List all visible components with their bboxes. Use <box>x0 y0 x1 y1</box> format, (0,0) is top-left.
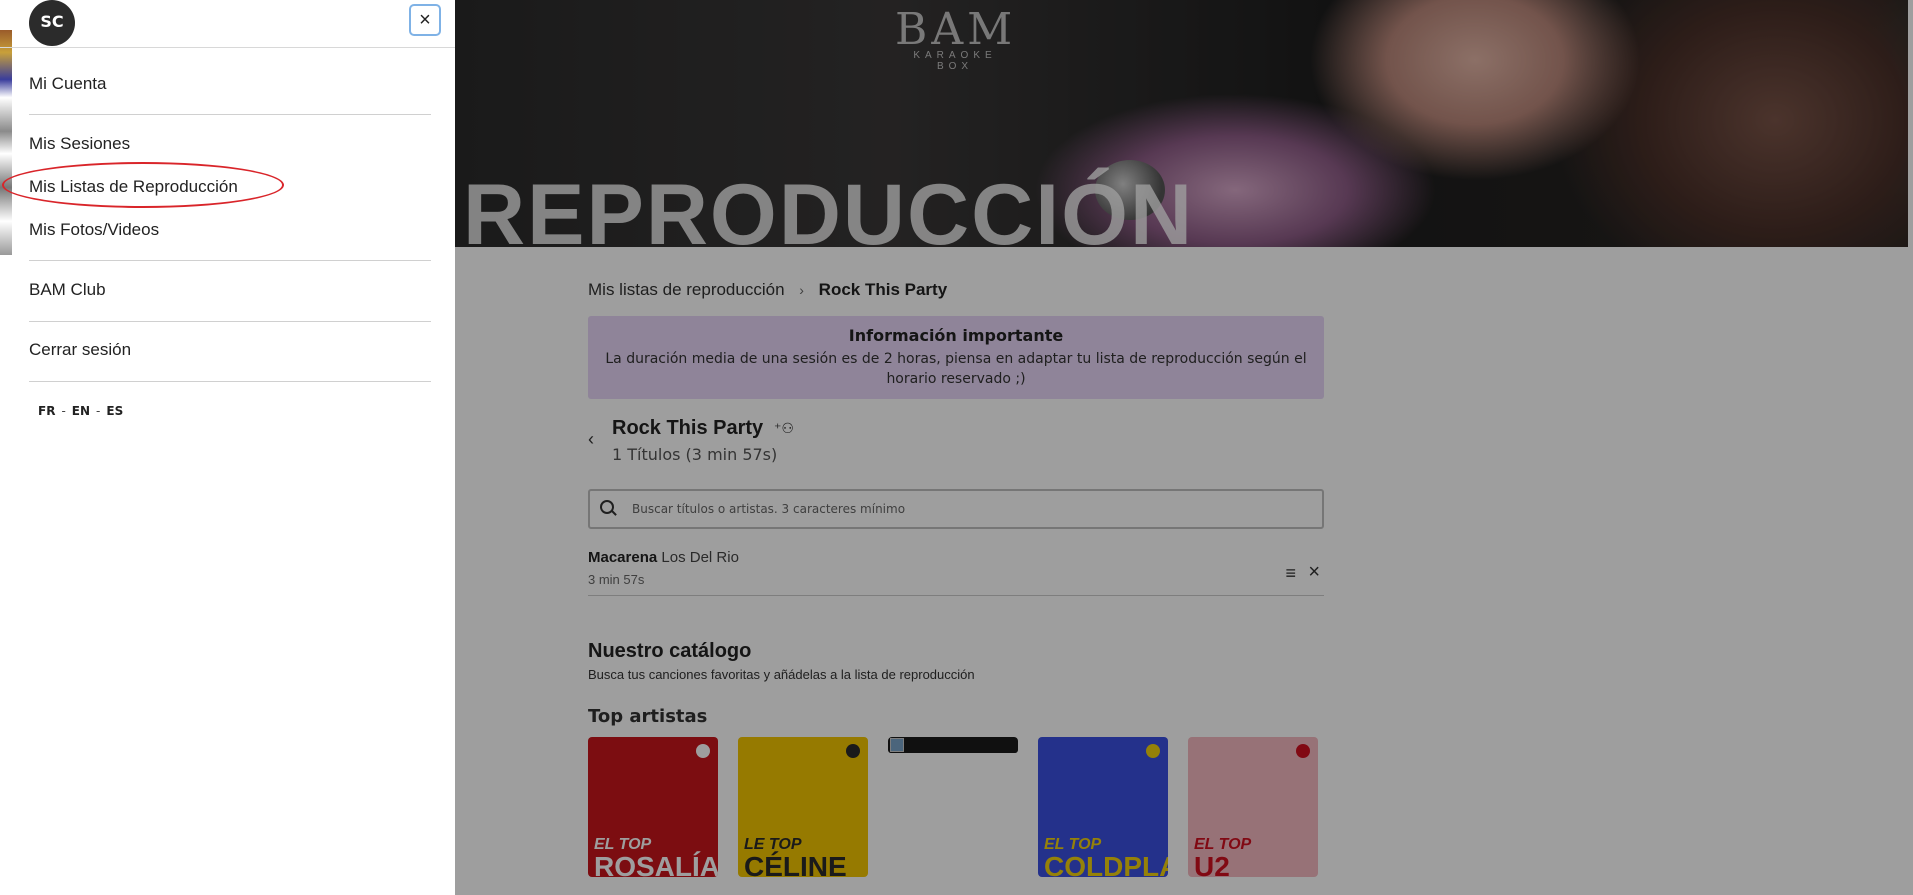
close-icon[interactable]: × <box>409 4 441 36</box>
lang-separator: - <box>61 404 66 418</box>
divider <box>29 381 431 382</box>
menu-item-mi-cuenta[interactable]: Mi Cuenta <box>29 74 106 94</box>
divider <box>29 321 431 322</box>
menu-item-mis-fotos[interactable]: Mis Fotos/Videos <box>29 220 159 240</box>
lang-es[interactable]: ES <box>106 404 123 418</box>
avatar[interactable]: SC <box>29 0 75 46</box>
menu-item-bam-club[interactable]: BAM Club <box>29 280 106 300</box>
account-drawer: SC × Mi Cuenta Mis Sesiones Mis Listas d… <box>0 0 455 895</box>
lang-fr[interactable]: FR <box>38 404 55 418</box>
divider <box>29 260 431 261</box>
lang-en[interactable]: EN <box>72 404 90 418</box>
drawer-header: SC × <box>0 0 455 48</box>
language-switcher: FR - EN - ES <box>38 404 123 418</box>
underlying-page-edge <box>0 30 12 255</box>
divider <box>29 114 431 115</box>
menu-item-cerrar-sesion[interactable]: Cerrar sesión <box>29 340 131 360</box>
menu-item-mis-sesiones[interactable]: Mis Sesiones <box>29 134 130 154</box>
lang-separator: - <box>96 404 101 418</box>
highlight-annotation <box>2 162 284 208</box>
